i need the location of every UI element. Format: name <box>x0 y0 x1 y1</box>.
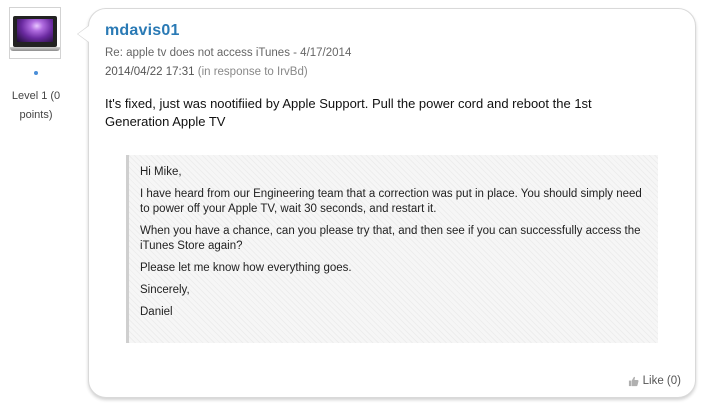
quote-paragraph-2: When you have a chance, can you please t… <box>140 225 641 252</box>
post-body: It's fixed, just was nootifiied by Apple… <box>105 95 690 131</box>
post-card: mdavis01 Re: apple tv does not access iT… <box>77 8 696 398</box>
forum-post-page: Level 1 (0 points) mdavis01 Re: apple tv… <box>0 0 707 407</box>
post-body-line1: It's fixed, just was nootifiied by Apple… <box>105 96 592 111</box>
avatar[interactable] <box>9 7 61 59</box>
quote-signature: Daniel <box>140 306 173 318</box>
author-level-line2: points) <box>19 109 53 121</box>
in-response-link[interactable]: (in response to IrvBd) <box>198 66 308 78</box>
quote-closing: Sincerely, <box>140 284 190 296</box>
quote-paragraph-1: I have heard from our Engineering team t… <box>140 188 642 215</box>
laptop-avatar-icon <box>10 16 60 51</box>
like-label: Like (0) <box>642 375 681 387</box>
like-button[interactable]: Like (0) <box>628 375 681 387</box>
username-link[interactable]: mdavis01 <box>105 22 180 40</box>
post-subject: Re: apple tv does not access iTunes - 4/… <box>105 47 352 59</box>
author-level: Level 1 (0 points) <box>0 87 72 125</box>
post-body-line2: Generation Apple TV <box>105 114 226 129</box>
post-date-line: 2014/04/22 17:31 (in response to IrvBd) <box>105 66 308 78</box>
quoted-message: Hi Mike, I have heard from our Engineeri… <box>126 155 658 343</box>
post-date: 2014/04/22 17:31 <box>105 66 195 78</box>
quote-paragraph-3: Please let me know how everything goes. <box>140 262 352 274</box>
quote-greeting: Hi Mike, <box>140 166 182 178</box>
thumbs-up-icon <box>628 376 639 386</box>
status-indicator <box>34 71 38 75</box>
speech-pointer <box>77 25 89 43</box>
author-level-line1: Level 1 (0 <box>11 90 61 102</box>
